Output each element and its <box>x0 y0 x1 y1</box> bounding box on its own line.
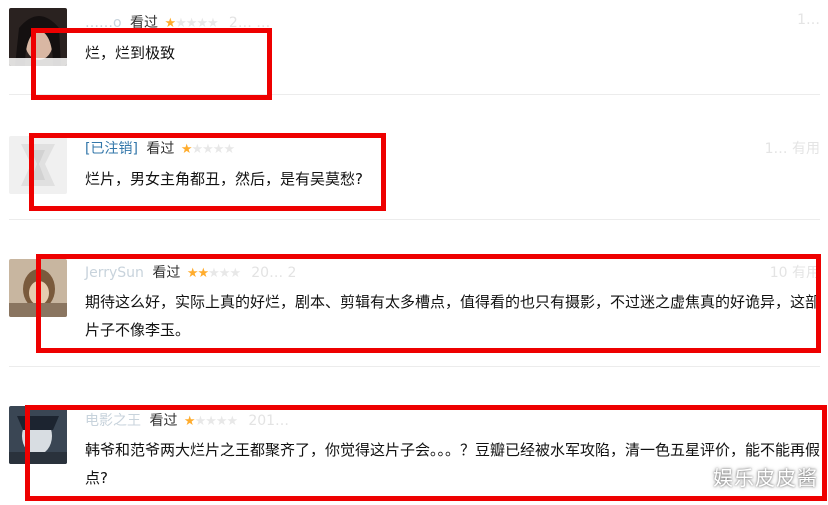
useful-count[interactable]: 1… <box>797 12 820 28</box>
divider <box>9 366 820 367</box>
divider <box>9 219 820 220</box>
highlight-box <box>29 133 386 211</box>
highlight-box <box>31 28 272 100</box>
watermark: 娱乐皮皮酱 <box>713 466 818 490</box>
highlight-box <box>25 405 827 501</box>
useful-count[interactable]: 1… 有用 <box>765 138 820 158</box>
highlight-box <box>36 254 821 353</box>
